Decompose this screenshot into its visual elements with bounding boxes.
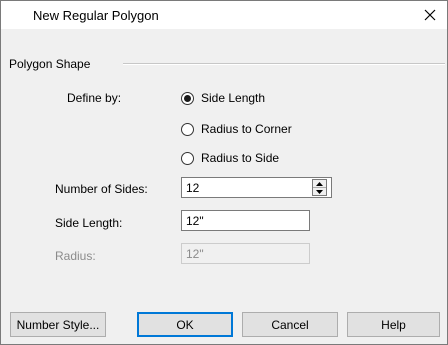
radio-side-length-label: Side Length bbox=[201, 91, 266, 105]
number-of-sides-input[interactable]: 12 bbox=[181, 177, 332, 198]
window-title: New Regular Polygon bbox=[33, 8, 159, 23]
side-length-label: Side Length: bbox=[55, 216, 123, 230]
new-regular-polygon-dialog: New Regular Polygon Polygon Shape Define… bbox=[0, 0, 448, 345]
close-button[interactable] bbox=[413, 1, 447, 29]
ok-button[interactable]: OK bbox=[137, 312, 233, 337]
radio-radius-to-side-label: Radius to Side bbox=[201, 151, 280, 165]
radio-radius-to-corner[interactable]: Radius to Corner bbox=[181, 122, 292, 136]
radio-radius-to-side[interactable]: Radius to Side bbox=[181, 151, 279, 165]
radio-circle-checked bbox=[181, 91, 194, 105]
title-bar: New Regular Polygon bbox=[1, 1, 447, 29]
close-icon bbox=[424, 9, 436, 21]
spin-down-button[interactable] bbox=[313, 188, 326, 195]
help-button[interactable]: Help bbox=[347, 312, 440, 337]
spin-down-icon bbox=[316, 189, 323, 194]
radius-input[interactable]: 12" bbox=[181, 243, 310, 264]
spin-up-icon bbox=[316, 181, 323, 186]
radio-circle bbox=[181, 151, 194, 165]
define-by-label: Define by: bbox=[67, 91, 122, 105]
polygon-shape-group-label: Polygon Shape bbox=[9, 57, 95, 71]
cancel-button[interactable]: Cancel bbox=[242, 312, 338, 337]
radius-label: Radius: bbox=[55, 249, 96, 263]
number-style-button[interactable]: Number Style... bbox=[10, 312, 106, 337]
side-length-input[interactable]: 12" bbox=[181, 210, 310, 231]
number-of-sides-label: Number of Sides: bbox=[55, 182, 148, 196]
radio-radius-to-corner-label: Radius to Corner bbox=[201, 122, 292, 136]
radio-side-length[interactable]: Side Length bbox=[181, 91, 265, 105]
group-divider bbox=[123, 63, 445, 65]
spin-up-button[interactable] bbox=[313, 180, 326, 188]
number-of-sides-spinner[interactable] bbox=[312, 179, 327, 196]
radio-circle bbox=[181, 122, 194, 136]
